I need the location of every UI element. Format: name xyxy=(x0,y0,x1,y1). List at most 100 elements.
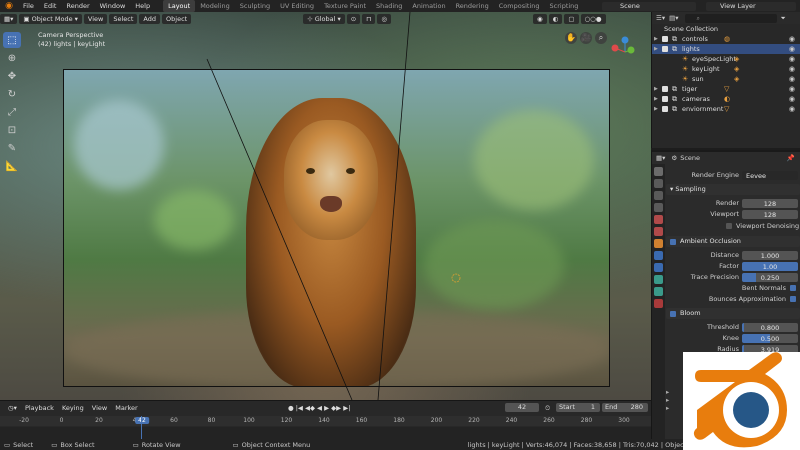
tab-modeling[interactable]: Modeling xyxy=(195,0,235,12)
object-data-icon[interactable]: ▽ xyxy=(724,84,729,94)
navigation-gizmo[interactable] xyxy=(603,32,647,76)
exclude-checkbox[interactable] xyxy=(662,96,668,102)
move-tool-icon[interactable]: ✥ xyxy=(3,68,21,84)
exclude-checkbox[interactable] xyxy=(662,36,668,42)
timeline-editor-icon[interactable]: ◷▾ xyxy=(4,404,21,412)
tab-rendering[interactable]: Rendering xyxy=(451,0,494,12)
object-data-icon[interactable]: ▽ xyxy=(724,104,729,114)
hand-pan-icon[interactable]: ✋ xyxy=(565,32,577,44)
expand-arrow-icon[interactable]: ▶ xyxy=(654,34,658,44)
start-frame-field[interactable]: Start 1 xyxy=(556,403,600,412)
transform-tool-icon[interactable]: ⊡ xyxy=(3,122,21,138)
ao-trace-slider[interactable]: 0.250 xyxy=(742,272,798,282)
current-frame-field[interactable]: 42 xyxy=(505,403,539,412)
tab-texture-paint[interactable]: Texture Paint xyxy=(319,0,371,12)
world-tab-icon[interactable] xyxy=(654,227,663,236)
output-tab-icon[interactable] xyxy=(654,191,663,200)
menu-edit[interactable]: Edit xyxy=(39,2,62,10)
render-tab-icon[interactable] xyxy=(654,179,663,188)
end-frame-field[interactable]: End 280 xyxy=(602,403,648,412)
tab-layout[interactable]: Layout xyxy=(163,0,196,12)
visibility-eye-icon[interactable]: ◉ xyxy=(789,104,795,114)
object-data-icon[interactable]: ◈ xyxy=(734,54,739,64)
tab-uv-editing[interactable]: UV Editing xyxy=(275,0,319,12)
render-samples-field[interactable]: 128 xyxy=(742,198,798,208)
editor-type-button[interactable]: ▦▾ xyxy=(0,14,18,24)
tab-animation[interactable]: Animation xyxy=(407,0,450,12)
scene-selector[interactable]: Scene xyxy=(602,2,696,11)
clock-icon[interactable]: ⏲ xyxy=(545,404,550,413)
measure-tool-icon[interactable]: 📐 xyxy=(3,158,21,174)
bounces-checkbox[interactable] xyxy=(790,296,796,302)
view-layer-tab-icon[interactable] xyxy=(654,203,663,212)
3d-viewport[interactable]: ▦▾ ▣ Object Mode ▾ View Select Add Objec… xyxy=(0,12,651,400)
collapsed-panel-arrows[interactable]: ▸ ▸ ▸ xyxy=(666,388,669,412)
viewport-samples-field[interactable]: 128 xyxy=(742,209,798,219)
visibility-eye-icon[interactable]: ◉ xyxy=(789,84,795,94)
object-tab-icon[interactable] xyxy=(654,239,663,248)
constraints-tab-icon[interactable] xyxy=(654,287,663,296)
ao-distance-field[interactable]: 1.000 xyxy=(742,250,798,260)
transform-orientation[interactable]: ⊹ Global ▾ xyxy=(303,14,345,24)
visibility-icon[interactable]: ◉ xyxy=(533,14,547,24)
visibility-eye-icon[interactable]: ◉ xyxy=(789,74,795,84)
menu-object[interactable]: Object xyxy=(162,14,192,24)
exclude-checkbox[interactable] xyxy=(662,86,668,92)
rotate-tool-icon[interactable]: ↻ xyxy=(3,86,21,102)
pin-icon[interactable]: 📌 xyxy=(787,154,795,162)
exclude-checkbox[interactable] xyxy=(662,46,668,52)
filter-icon[interactable]: ⏷ xyxy=(781,14,786,23)
visibility-eye-icon[interactable]: ◉ xyxy=(789,44,795,54)
outliner-row-tiger[interactable]: ▶ ⧉ tiger ▽ ◉ xyxy=(652,84,800,94)
snap-icon[interactable]: ⊓ xyxy=(362,14,376,24)
outliner-search-input[interactable]: ⌕ xyxy=(684,13,777,23)
visibility-eye-icon[interactable]: ◉ xyxy=(789,34,795,44)
properties-editor-icon[interactable]: ▦▾ xyxy=(656,154,665,162)
outliner-row-cameras[interactable]: ▶ ⧉ cameras ◐ ◉ xyxy=(652,94,800,104)
object-data-icon[interactable]: ◍ xyxy=(724,34,730,44)
outliner-editor-icon[interactable]: ☰▾ xyxy=(656,14,665,22)
tool-tab-icon[interactable] xyxy=(654,167,663,176)
menu-help[interactable]: Help xyxy=(130,2,155,10)
menu-marker[interactable]: Marker xyxy=(111,404,141,412)
ambient-occlusion-checkbox[interactable] xyxy=(670,238,676,245)
bent-normals-checkbox[interactable] xyxy=(790,285,796,291)
blender-menu-icon[interactable]: ◉ xyxy=(4,1,14,11)
sampling-panel-header[interactable]: ▾ Sampling xyxy=(666,184,800,195)
menu-view[interactable]: View xyxy=(83,14,108,24)
frame-ruler[interactable]: -200204060801001201401601802002202402602… xyxy=(0,416,651,426)
expand-arrow-icon[interactable]: ▶ xyxy=(654,44,658,54)
ambient-occlusion-panel-header[interactable]: Ambient Occlusion xyxy=(666,236,800,247)
shading-modes-icon[interactable]: ○○● xyxy=(580,14,606,24)
display-mode-icon[interactable]: ▤▾ xyxy=(669,14,678,22)
pivot-icon[interactable]: ⊙ xyxy=(346,14,361,24)
view-layer-selector[interactable]: View Layer xyxy=(706,2,796,11)
outliner-row-enviornment[interactable]: ▶ ⧉ enviornment ▽ ◉ xyxy=(652,104,800,114)
menu-select[interactable]: Select xyxy=(109,14,138,24)
expand-arrow-icon[interactable]: ▶ xyxy=(654,104,658,114)
bloom-threshold-field[interactable]: 0.800 xyxy=(742,322,798,332)
visibility-eye-icon[interactable]: ◉ xyxy=(789,94,795,104)
scene-collection-row[interactable]: Scene Collection xyxy=(652,24,800,34)
playhead[interactable] xyxy=(141,416,142,440)
outliner-row-eyespeclight[interactable]: ☀ eyeSpecLight ◈ ◉ xyxy=(652,54,800,64)
overlays-icon[interactable]: ◐ xyxy=(548,14,563,24)
object-data-icon[interactable]: ◈ xyxy=(734,64,739,74)
camera-view-icon[interactable]: 🎥 xyxy=(580,32,592,44)
cursor-tool-icon[interactable]: ⊕ xyxy=(3,50,21,66)
render-engine-select[interactable]: Eevee xyxy=(742,170,798,180)
menu-file[interactable]: File xyxy=(18,2,39,10)
annotate-tool-icon[interactable]: ✎ xyxy=(3,140,21,156)
tab-compositing[interactable]: Compositing xyxy=(494,0,545,12)
ao-factor-slider[interactable]: 1.00 xyxy=(742,261,798,271)
bloom-checkbox[interactable] xyxy=(670,310,676,317)
tab-sculpting[interactable]: Sculpting xyxy=(235,0,275,12)
menu-timeline-view[interactable]: View xyxy=(88,404,111,412)
particles-tab-icon[interactable] xyxy=(654,263,663,272)
visibility-eye-icon[interactable]: ◉ xyxy=(789,54,795,64)
tab-shading[interactable]: Shading xyxy=(371,0,407,12)
menu-window[interactable]: Window xyxy=(95,2,131,10)
current-frame-marker[interactable]: 42 xyxy=(135,417,149,424)
bloom-knee-slider[interactable]: 0.500 xyxy=(742,333,798,343)
outliner-row-lights[interactable]: ▶ ⧉ lights ◉ xyxy=(652,44,800,54)
